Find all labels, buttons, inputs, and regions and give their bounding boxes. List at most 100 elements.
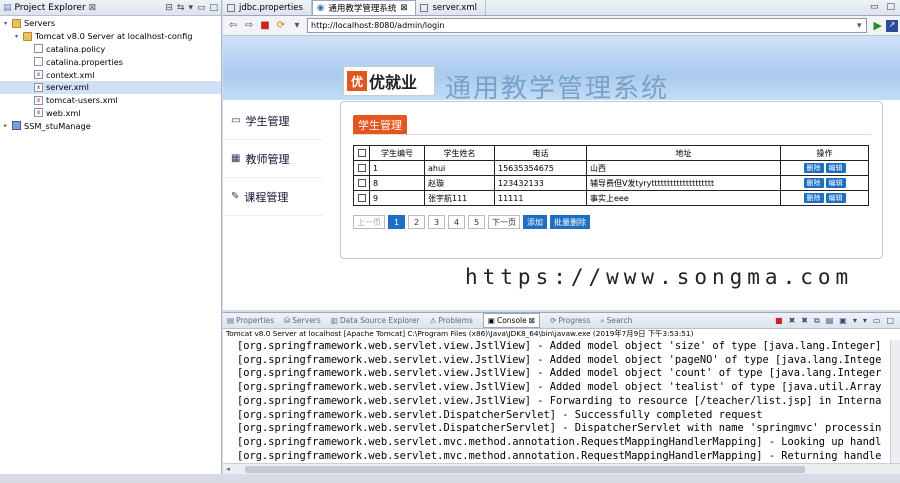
vertical-scrollbar[interactable] — [890, 340, 900, 463]
back-icon[interactable]: ⇦ — [227, 20, 239, 31]
copy-icon[interactable]: ⧉ — [814, 316, 820, 326]
close-icon[interactable]: ⊠ — [400, 3, 407, 13]
console-line: [org.springframework.web.servlet.view.Js… — [237, 394, 882, 407]
table-row: 9 张宇航111 11111 事实上eee 删除 编辑 — [353, 190, 869, 206]
minimize-icon[interactable]: ▭ — [873, 316, 881, 326]
prev-page-button[interactable]: 上一页 — [353, 215, 385, 229]
console-line: [org.springframework.web.servlet.view.Js… — [237, 353, 882, 366]
go-icon[interactable]: ▶ — [874, 19, 882, 32]
column-header: 学生编号 — [369, 145, 425, 161]
page-4-button[interactable]: 4 — [448, 215, 465, 229]
console-line: [org.springframework.web.servlet.Dispatc… — [237, 408, 763, 421]
forward-icon[interactable]: ⇨ — [243, 20, 255, 31]
tree-item[interactable]: catalina.properties — [0, 55, 221, 68]
next-page-button[interactable]: 下一页 — [488, 215, 520, 229]
grid-icon: ▦ — [231, 153, 241, 164]
page-1-button[interactable]: 1 — [388, 215, 405, 229]
nav-label: 教师管理 — [245, 152, 290, 166]
problems-icon: ⚠ — [429, 316, 437, 325]
tree-item[interactable]: ▸ SSM_stuManage — [0, 119, 221, 132]
select-all-checkbox[interactable] — [357, 149, 366, 157]
row-checkbox[interactable] — [357, 194, 366, 202]
open-console-icon[interactable]: ▾ — [863, 316, 867, 326]
student-table: 学生编号 学生姓名 电话 地址 操作 1 ahui 15635354675 山西 删除编… — [353, 145, 869, 206]
delete-button[interactable]: 删除 — [803, 163, 824, 173]
console-output[interactable]: [org.springframework.web.servlet.view.Js… — [223, 340, 890, 463]
url-dropdown-icon[interactable]: ▾ — [857, 21, 862, 31]
delete-button[interactable]: 删除 — [803, 193, 824, 203]
search-icon: ⌕ — [600, 315, 605, 325]
tab-console[interactable]: ▣ Console ⊠ — [482, 313, 541, 328]
remove-all-icon[interactable]: ✖ — [801, 316, 808, 326]
tree-item[interactable]: ▾ Servers — [0, 17, 221, 30]
select-all-cell — [353, 145, 370, 161]
collapse-all-icon[interactable]: ⊟ — [165, 3, 173, 13]
row-checkbox[interactable] — [357, 179, 366, 187]
display-console-icon[interactable]: ▾ — [853, 316, 857, 326]
maximize-icon[interactable]: □ — [886, 316, 894, 326]
console-line: [org.springframework.web.servlet.mvc.met… — [237, 435, 882, 448]
close-icon[interactable]: ⊠ — [529, 316, 535, 325]
database-icon: ▥ — [330, 316, 338, 325]
maximize-icon[interactable]: □ — [886, 2, 895, 12]
add-button[interactable]: 添加 — [523, 215, 547, 229]
url-text: http://localhost:8080/admin/login — [311, 21, 445, 30]
row-checkbox[interactable] — [357, 164, 366, 172]
minimize-icon[interactable]: ▭ — [870, 2, 879, 12]
nav-course-management[interactable]: ✎ 课程管理 — [223, 178, 323, 216]
tab-jdbc-properties[interactable]: jdbc.properties — [223, 0, 312, 15]
page-3-button[interactable]: 3 — [428, 215, 445, 229]
scrollbar-thumb[interactable] — [245, 465, 805, 473]
tab-servers[interactable]: ⛁ Servers — [284, 316, 321, 325]
tab-label: Properties — [236, 316, 274, 325]
page-5-button[interactable]: 5 — [468, 215, 485, 229]
expand-toggle-icon[interactable]: ▸ — [2, 122, 9, 129]
tree-item[interactable]: catalina.policy — [0, 43, 221, 56]
view-menu-icon[interactable]: ▾ — [188, 3, 193, 13]
edit-button[interactable]: 编辑 — [825, 178, 846, 188]
tree-item-label: context.xml — [46, 69, 95, 80]
tab-web-browser[interactable]: ◉ 通用教学管理系统 ⊠ — [311, 0, 417, 15]
batch-delete-button[interactable]: 批量删除 — [550, 215, 590, 229]
tree-item[interactable]: x web.xml — [0, 107, 221, 120]
tree-item[interactable]: x server.xml — [0, 80, 221, 94]
tab-data-source-explorer[interactable]: ▥ Data Source Explorer — [331, 316, 420, 325]
minimize-icon[interactable]: ▭ — [197, 3, 206, 13]
tab-progress[interactable]: ⟳ Progress — [550, 316, 590, 325]
close-icon[interactable]: ⊠ — [89, 3, 97, 13]
tab-search[interactable]: ⌕ Search — [600, 316, 632, 326]
delete-button[interactable]: 删除 — [803, 178, 824, 188]
url-field[interactable]: http://localhost:8080/admin/login — [307, 18, 867, 33]
terminate-icon[interactable]: ■ — [775, 316, 783, 326]
edit-button[interactable]: 编辑 — [825, 163, 846, 173]
tree-item[interactable]: ▾ Tomcat v8.0 Server at localhost-config — [0, 30, 221, 43]
tab-properties[interactable]: ▤ Properties — [227, 316, 274, 325]
remove-launch-icon[interactable]: ✖ — [789, 316, 796, 326]
scroll-left-icon[interactable]: ◂ — [223, 465, 233, 473]
cell-address: 山西 — [586, 160, 781, 176]
nav-teacher-management[interactable]: ▦ 教师管理 — [223, 140, 323, 178]
stop-icon[interactable]: ■ — [259, 20, 271, 31]
scroll-lock-icon[interactable]: ▤ — [826, 316, 834, 326]
edit-button[interactable]: 编辑 — [825, 193, 846, 203]
pin-console-icon[interactable]: ▣ — [839, 316, 847, 326]
tree-item[interactable]: x tomcat-users.xml — [0, 94, 221, 107]
expand-toggle-icon[interactable]: ▾ — [2, 20, 9, 27]
nav-student-management[interactable]: ▭ 学生管理 — [223, 102, 323, 140]
tab-label: Problems — [438, 316, 473, 325]
expand-toggle-icon[interactable]: ▾ — [13, 33, 20, 40]
link-editor-icon[interactable]: ⇆ — [177, 3, 185, 13]
tree-item[interactable]: x context.xml — [0, 68, 221, 81]
cell-name: ahui — [424, 160, 495, 176]
dropdown-icon[interactable]: ▾ — [291, 20, 303, 31]
console-line: [org.springframework.web.servlet.Dispatc… — [237, 422, 882, 435]
refresh-icon[interactable]: ⟳ — [275, 20, 287, 31]
tab-problems[interactable]: ⚠ Problems — [430, 316, 473, 325]
page-2-button[interactable]: 2 — [408, 215, 425, 229]
tab-server-xml[interactable]: server.xml — [416, 0, 486, 15]
external-browser-icon[interactable]: ↗ — [886, 19, 898, 32]
tab-label: Console — [496, 316, 527, 325]
browser-toolbar: ⇦ ⇨ ■ ⟳ ▾ http://localhost:8080/admin/lo… — [223, 16, 900, 36]
maximize-icon[interactable]: □ — [209, 3, 218, 13]
horizontal-scrollbar[interactable]: ◂ — [223, 463, 900, 474]
